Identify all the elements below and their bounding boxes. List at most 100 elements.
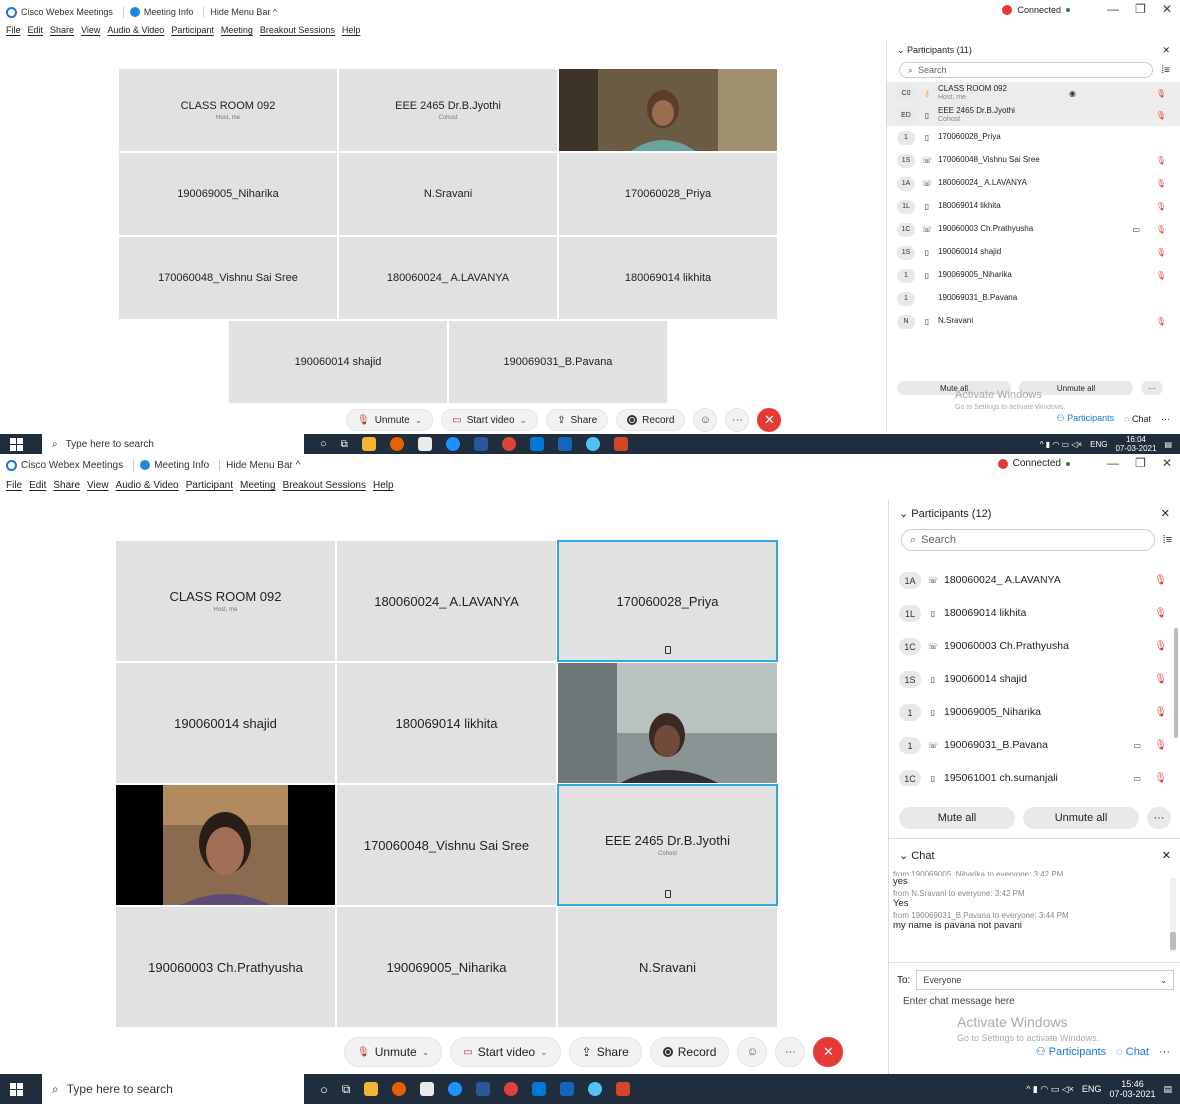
- video-tile[interactable]: EEE 2465 Dr.B.Jyothi Cohost: [338, 68, 558, 152]
- participant-row[interactable]: 1S ▯ 190060014 shajid 🎙: [887, 241, 1180, 264]
- mic-muted-icon[interactable]: 🎙: [1154, 707, 1167, 718]
- record-button[interactable]: Record: [649, 1037, 730, 1067]
- video-tile[interactable]: 190069005_Niharika: [118, 152, 338, 236]
- chat-recipient-select[interactable]: Everyone ⌄: [916, 970, 1175, 990]
- participant-row[interactable]: 1 ☏ 190069031_B.Pavana ▭ 🎙: [889, 729, 1180, 762]
- participant-row[interactable]: C0 ⚷ CLASS ROOM 092 Host, me ◉ 🎙: [887, 82, 1180, 104]
- participant-row[interactable]: 1S ▯ 190060014 shajid 🎙: [889, 663, 1180, 696]
- menu-edit[interactable]: Edit: [29, 480, 46, 491]
- mail-icon[interactable]: [532, 1082, 547, 1096]
- participant-row[interactable]: 1 190069031_B.Pavana: [887, 287, 1180, 310]
- menu-file[interactable]: File: [6, 25, 21, 35]
- participant-list[interactable]: 1A ☏ 180060024_ A.LAVANYA 🎙 1L ▯ 1800690…: [889, 556, 1180, 786]
- meeting-info-button[interactable]: Meeting Info: [124, 7, 205, 17]
- mic-muted-icon[interactable]: 🎙: [1154, 773, 1167, 784]
- video-tile[interactable]: N.Sravani: [338, 152, 558, 236]
- mail-icon[interactable]: [529, 437, 544, 451]
- unmute-all-button[interactable]: Unmute all: [1023, 807, 1139, 829]
- participant-row[interactable]: 1C ☏ 190060003 Ch.Prathyusha 🎙: [889, 630, 1180, 663]
- participant-row[interactable]: 1L ▯ 180069014 likhita 🎙: [889, 597, 1180, 630]
- firefox-icon[interactable]: [392, 1082, 407, 1096]
- close-panel-icon[interactable]: ✕: [1162, 45, 1170, 56]
- participant-row[interactable]: 1C ▯ 195061001 ch.sumanjali ▭ 🎙: [889, 762, 1180, 786]
- leave-meeting-button[interactable]: ✕: [757, 408, 782, 432]
- video-tile[interactable]: 190060003 Ch.Prathyusha: [115, 906, 336, 1028]
- video-tile[interactable]: 180069014 likhita: [558, 236, 778, 320]
- menu-breakout[interactable]: Breakout Sessions: [283, 480, 366, 491]
- reactions-button[interactable]: ☺: [693, 408, 718, 432]
- more-tabs-button[interactable]: ···: [1161, 414, 1170, 424]
- tray-icons[interactable]: ^ ▮ ◠ ▭ ◁×: [1026, 1084, 1074, 1095]
- powerpoint-icon[interactable]: [613, 437, 628, 451]
- video-tile-live[interactable]: [557, 662, 778, 784]
- menu-file[interactable]: File: [6, 480, 22, 491]
- mic-muted-icon[interactable]: 🎙: [1156, 89, 1166, 98]
- menu-breakout[interactable]: Breakout Sessions: [260, 25, 335, 35]
- menu-help[interactable]: Help: [342, 25, 361, 35]
- share-button[interactable]: ⇪ Share: [568, 1037, 642, 1067]
- leave-meeting-button[interactable]: ✕: [813, 1037, 844, 1067]
- chat-message-input[interactable]: Enter chat message here: [903, 996, 1015, 1007]
- meeting-info-button[interactable]: Meeting Info: [134, 459, 221, 471]
- mic-muted-icon[interactable]: 🎙: [1154, 608, 1167, 619]
- share-button[interactable]: ⇪ Share: [546, 409, 609, 431]
- video-tile[interactable]: N.Sravani: [557, 906, 778, 1028]
- chat-title[interactable]: ⌄ Chat: [899, 849, 935, 862]
- mic-muted-icon[interactable]: 🎙: [1156, 225, 1166, 234]
- mic-muted-icon[interactable]: 🎙: [1154, 674, 1167, 685]
- mute-all-button[interactable]: Mute all: [899, 807, 1015, 829]
- menu-view[interactable]: View: [81, 25, 100, 35]
- participant-row[interactable]: 1C ☏ 190060003 Ch.Prathyusha ▭ 🎙: [887, 218, 1180, 241]
- chrome-icon[interactable]: [504, 1082, 519, 1096]
- store-icon[interactable]: [417, 437, 432, 451]
- participants-tab[interactable]: ⚇ Participants: [1057, 413, 1115, 424]
- video-tile[interactable]: CLASS ROOM 092 Host, me: [118, 68, 338, 152]
- participant-list-scrollbar[interactable]: [1174, 628, 1178, 738]
- word-icon[interactable]: [476, 1082, 491, 1096]
- participants-title[interactable]: ⌄ Participants (11): [897, 45, 972, 56]
- video-tile[interactable]: CLASS ROOM 092 Host, me: [115, 540, 336, 662]
- store-icon[interactable]: [420, 1082, 435, 1096]
- participant-row[interactable]: 1 ▯ 190069005_Niharika 🎙: [887, 264, 1180, 287]
- task-view-icon[interactable]: ⧉: [342, 1082, 351, 1097]
- video-tile[interactable]: 190069005_Niharika: [336, 906, 557, 1028]
- video-tile-live[interactable]: [558, 68, 778, 152]
- video-tile[interactable]: 180060024_ A.LAVANYA: [338, 236, 558, 320]
- participant-row[interactable]: 1 ▯ 170060028_Priya: [887, 126, 1180, 149]
- participant-row[interactable]: 1S ☏ 170060048_Vishnu Sai Sree 🎙: [887, 149, 1180, 172]
- windows-start-icon[interactable]: [10, 437, 32, 451]
- chat-tab[interactable]: ◌ Chat: [1124, 414, 1151, 424]
- minimize-icon[interactable]: —: [1107, 2, 1119, 16]
- video-tile-speaking[interactable]: 170060028_Priya: [557, 540, 778, 662]
- webex-taskbar-icon[interactable]: [585, 437, 600, 451]
- chevron-down-icon[interactable]: ⌄: [422, 1047, 430, 1058]
- mic-muted-icon[interactable]: 🎙: [1156, 317, 1166, 326]
- sort-icon[interactable]: ⁞≡: [1163, 534, 1172, 546]
- video-tile[interactable]: 170060048_Vishnu Sai Sree: [118, 236, 338, 320]
- app-icon[interactable]: [560, 1082, 575, 1096]
- chat-messages[interactable]: from 190069005_Niharika to everyone: 3:4…: [893, 870, 1163, 954]
- mic-muted-icon[interactable]: 🎙: [1154, 641, 1167, 652]
- notification-icon[interactable]: ▤: [1163, 1084, 1172, 1095]
- taskbar-search-input[interactable]: ⌕ Type here to search: [42, 1074, 304, 1104]
- menu-help[interactable]: Help: [373, 480, 394, 491]
- windows-start-icon[interactable]: [10, 1082, 32, 1096]
- app-icon[interactable]: [557, 437, 572, 451]
- more-options-button[interactable]: ···: [725, 408, 750, 432]
- menu-meeting[interactable]: Meeting: [240, 480, 276, 491]
- hide-menu-bar-button[interactable]: Hide Menu Bar ^: [204, 7, 287, 17]
- participants-tab[interactable]: ⚇ Participants: [1036, 1045, 1106, 1058]
- menu-meeting[interactable]: Meeting: [221, 25, 253, 35]
- video-tile[interactable]: 180060024_ A.LAVANYA: [336, 540, 557, 662]
- menu-participant[interactable]: Participant: [186, 480, 233, 491]
- participants-title[interactable]: ⌄ Participants (12): [899, 507, 991, 520]
- mic-muted-icon[interactable]: 🎙: [1156, 248, 1166, 257]
- record-button[interactable]: Record: [616, 409, 686, 431]
- chevron-down-icon[interactable]: ⌄: [520, 415, 528, 426]
- participant-row[interactable]: 1 ▯ 190069005_Niharika 🎙: [889, 696, 1180, 729]
- participant-row[interactable]: 1A ☏ 180060024_ A.LAVANYA 🎙: [889, 564, 1180, 597]
- chat-scrollbar[interactable]: [1170, 878, 1176, 952]
- menu-edit[interactable]: Edit: [28, 25, 44, 35]
- unmute-button[interactable]: 🎙 Unmute ⌄: [344, 1037, 443, 1067]
- participant-row[interactable]: N ▯ N.Sravani 🎙: [887, 310, 1180, 333]
